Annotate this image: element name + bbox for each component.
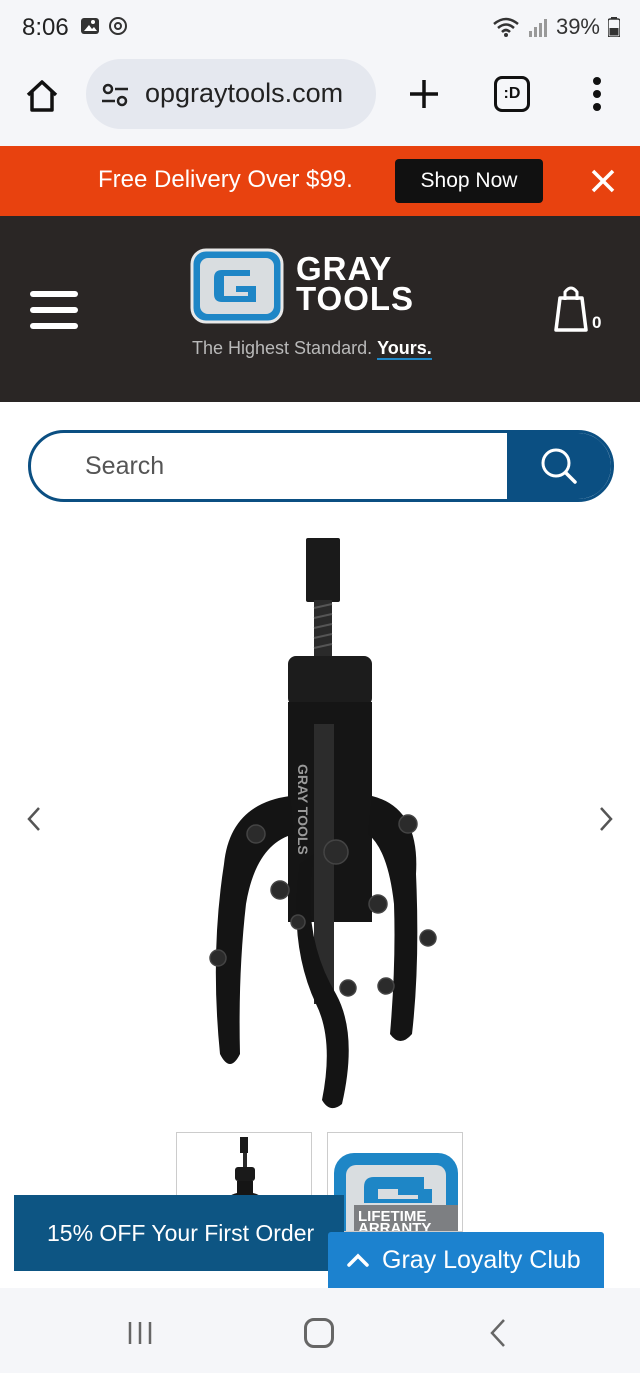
at-sign-icon bbox=[109, 17, 127, 35]
logo-wordmark[interactable]: GRAY TOOLS bbox=[296, 252, 415, 317]
site-settings-icon[interactable] bbox=[100, 80, 130, 110]
more-options-icon[interactable] bbox=[586, 74, 608, 114]
logo-line-tools: TOOLS bbox=[296, 280, 415, 317]
warranty-line-2: ARRANTY bbox=[358, 1220, 431, 1232]
chevron-up-icon bbox=[347, 1253, 369, 1267]
status-bar: 8:06 39% bbox=[0, 0, 640, 56]
promo-text: Free Delivery Over $99. bbox=[98, 166, 353, 193]
chevron-left-icon[interactable] bbox=[24, 806, 44, 832]
search-button[interactable] bbox=[507, 433, 611, 499]
gray-tools-logo-icon[interactable] bbox=[190, 248, 284, 324]
search-input[interactable] bbox=[85, 433, 505, 499]
cart-count: 0 bbox=[592, 313, 602, 332]
chevron-right-icon[interactable] bbox=[596, 806, 616, 832]
tool-engraving: GRAY TOOLS bbox=[295, 764, 311, 855]
system-navigation-bar bbox=[0, 1288, 640, 1373]
tagline: The Highest Standard. Yours. bbox=[192, 338, 432, 360]
shop-now-button[interactable]: Shop Now bbox=[395, 159, 543, 203]
status-notification-icons bbox=[80, 16, 128, 36]
tagline-text: The Highest Standard. bbox=[192, 338, 373, 358]
battery-percent: 39% bbox=[555, 14, 600, 39]
first-order-discount-bar[interactable]: 15% OFF Your First Order bbox=[14, 1195, 344, 1271]
battery-icon bbox=[608, 17, 620, 37]
back-icon[interactable] bbox=[488, 1318, 508, 1348]
search-icon bbox=[541, 448, 577, 484]
tab-switcher-button[interactable]: :D bbox=[494, 76, 530, 112]
product-carousel: GRAY TOOLS bbox=[0, 520, 640, 1120]
wifi-icon bbox=[493, 17, 519, 37]
url-text[interactable]: opgraytools.com bbox=[145, 78, 367, 109]
discount-text: 15% OFF Your First Order bbox=[47, 1219, 315, 1246]
signal-icon bbox=[528, 19, 547, 37]
browser-toolbar: opgraytools.com :D bbox=[0, 56, 640, 146]
loyalty-text: Gray Loyalty Club bbox=[382, 1245, 581, 1274]
close-icon[interactable] bbox=[590, 168, 616, 194]
gallery-icon bbox=[81, 18, 99, 34]
status-time: 8:06 bbox=[22, 14, 69, 41]
loyalty-club-button[interactable]: Gray Loyalty Club bbox=[328, 1232, 604, 1288]
site-header: GRAY TOOLS The Highest Standard. Yours. … bbox=[0, 216, 640, 402]
shopping-bag-icon[interactable] bbox=[550, 278, 592, 334]
recent-apps-icon[interactable] bbox=[126, 1320, 154, 1346]
tagline-strong: Yours. bbox=[377, 338, 432, 360]
new-tab-icon[interactable] bbox=[404, 74, 444, 114]
promo-banner: Free Delivery Over $99. Shop Now bbox=[0, 146, 640, 216]
system-home-button[interactable] bbox=[304, 1318, 334, 1348]
home-icon[interactable] bbox=[22, 76, 62, 116]
hamburger-menu-icon[interactable] bbox=[30, 291, 78, 329]
status-right: 39% bbox=[492, 14, 620, 40]
puller-tool-image[interactable]: GRAY TOOLS bbox=[190, 534, 450, 1114]
product-thumbnail-2[interactable]: LIFETIME ARRANTY bbox=[327, 1132, 463, 1232]
lifetime-warranty-badge-icon: LIFETIME ARRANTY bbox=[334, 1153, 458, 1232]
search-bar bbox=[28, 430, 614, 502]
